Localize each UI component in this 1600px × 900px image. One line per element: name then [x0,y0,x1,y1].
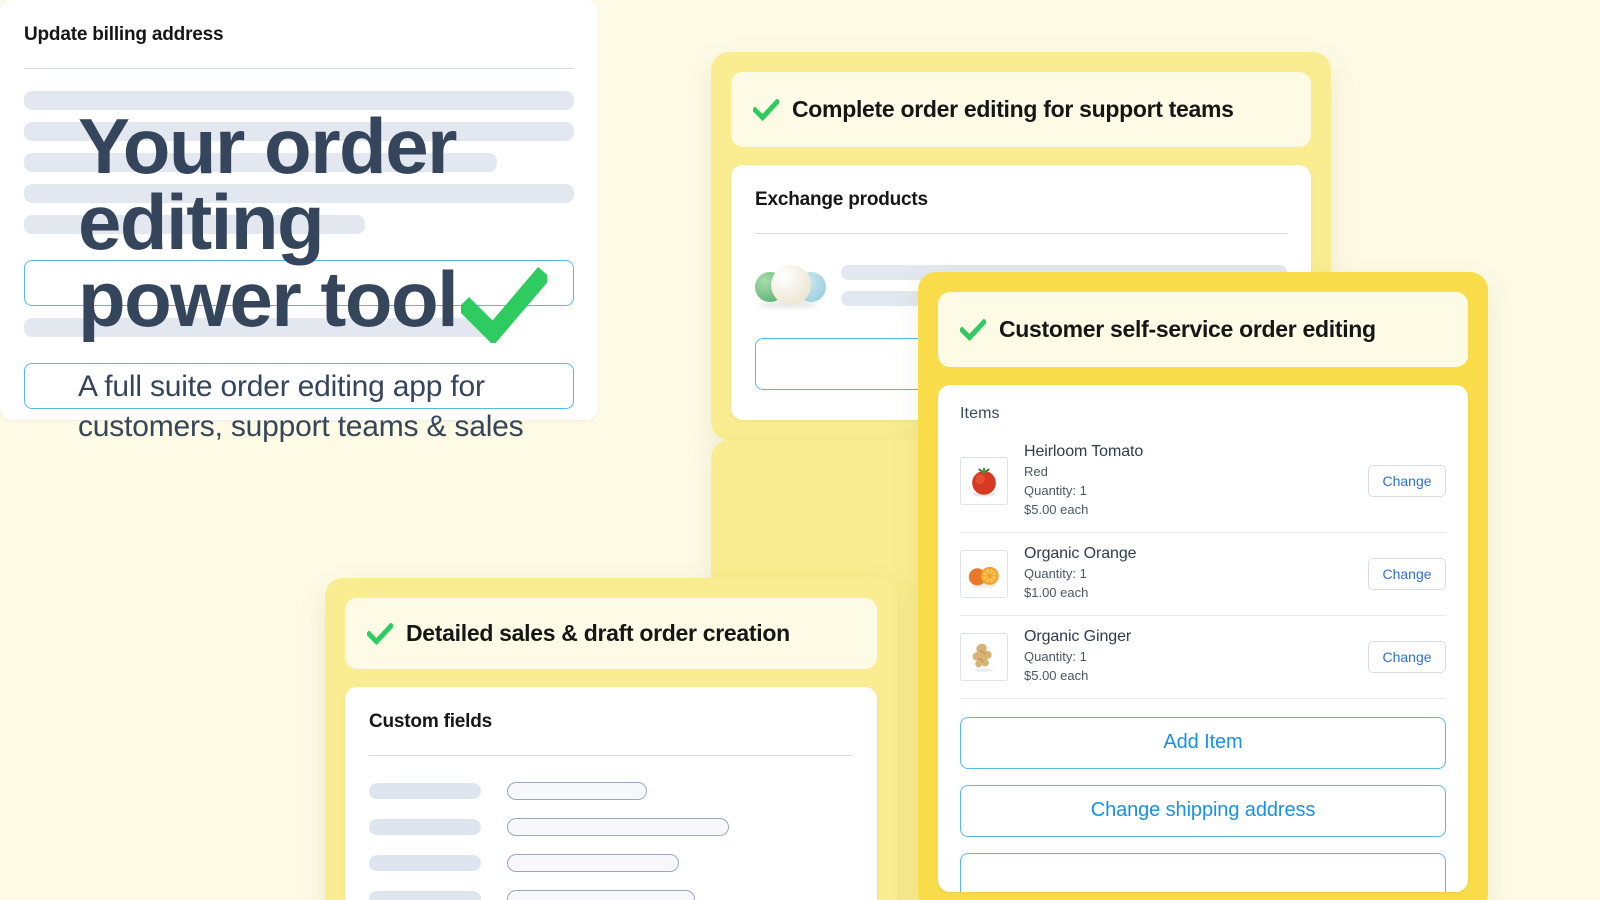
selfservice-banner-label: Customer self-service order editing [999,316,1376,342]
field-input-placeholder[interactable] [507,782,647,800]
page-title: Your order editing power tool [78,102,698,346]
item-price: $1.00 each [1024,584,1089,600]
change-item-button[interactable]: Change [1368,640,1446,673]
custom-fields-rows [369,782,853,900]
divider [369,755,853,756]
hero-subtitle-line-1: A full suite order editing app for [78,370,485,404]
custom-fields-title: Custom fields [369,711,493,732]
list-item: Organic Orange Quantity: 1 $1.00 each Ch… [960,533,1446,616]
custom-field-row [369,854,853,872]
custom-fields-panel: Custom fields [345,687,877,900]
item-quantity: Quantity: 1 [1024,565,1087,581]
selfservice-banner: Customer self-service order editing [938,292,1468,367]
custom-field-row [369,890,853,900]
custom-field-row [369,818,853,836]
support-banner-label: Complete order editing for support teams [792,96,1234,122]
item-name: Heirloom Tomato [1024,443,1144,460]
field-input-placeholder[interactable] [507,854,679,872]
field-label-placeholder [369,783,481,799]
green-check-icon [457,267,552,346]
field-label-placeholder [369,855,481,871]
item-details: Heirloom Tomato Red Quantity: 1 $5.00 ea… [1024,443,1352,520]
promo-canvas: Your order editing power tool A full sui… [0,0,1600,900]
item-quantity: Quantity: 1 [1024,648,1087,664]
item-details: Organic Orange Quantity: 1 $1.00 each [1024,545,1352,603]
list-item: Organic Ginger Quantity: 1 $5.00 each Ch… [960,616,1446,699]
hero-block: Your order editing power tool A full sui… [78,102,698,447]
change-item-button[interactable]: Change [1368,557,1446,590]
item-name: Organic Ginger [1024,627,1132,645]
divider [24,68,574,69]
additional-action-button[interactable] [960,852,1446,892]
item-quantity: Quantity: 1 [1024,482,1087,498]
hero-subtitle-line-2: customers, support teams & sales [78,410,524,444]
hero-subtitle: A full suite order editing app for custo… [78,367,698,447]
tomato-thumbnail-icon [960,457,1008,506]
update-billing-address-title: Update billing address [24,24,224,45]
change-item-button[interactable]: Change [1368,465,1446,498]
green-check-icon [751,97,781,121]
item-variant: Red [1024,464,1048,479]
field-input-placeholder[interactable] [507,890,695,900]
item-price: $5.00 each [1024,501,1089,517]
field-label-placeholder [369,891,481,900]
sales-banner: Detailed sales & draft order creation [345,598,877,669]
custom-field-row [369,782,853,800]
item-name: Organic Orange [1024,544,1137,562]
add-item-button[interactable]: Add Item [960,716,1446,769]
item-details: Organic Ginger Quantity: 1 $5.00 each [1024,628,1352,686]
headline-line-3: power tool [78,254,459,343]
list-item: Heirloom Tomato Red Quantity: 1 $5.00 ea… [960,431,1446,533]
headline-line-1: Your order [78,102,457,190]
field-input-placeholder[interactable] [507,818,729,836]
headline-line-2: editing [78,178,325,267]
selfservice-actions: Add Item Change shipping address [960,716,1446,892]
ginger-thumbnail-icon [960,632,1008,681]
support-banner: Complete order editing for support teams [731,72,1311,147]
change-shipping-address-button[interactable]: Change shipping address [960,784,1446,837]
field-label-placeholder [369,819,481,835]
card-sales-draft-orders: Detailed sales & draft order creation Cu… [325,578,897,900]
bath-bombs-thumbnail-icon [755,260,826,310]
items-panel: Items Heirloom Tomato Red Quantity: 1 $5… [938,385,1468,892]
sales-banner-label: Detailed sales & draft order creation [406,620,790,646]
orange-thumbnail-icon [960,549,1008,598]
items-label: Items [960,405,1000,422]
divider [755,233,1287,234]
green-check-icon [365,621,395,645]
item-price: $5.00 each [1024,667,1089,683]
card-customer-self-service: Customer self-service order editing Item… [918,272,1488,900]
green-check-icon [958,317,988,341]
exchange-products-title: Exchange products [755,189,928,210]
